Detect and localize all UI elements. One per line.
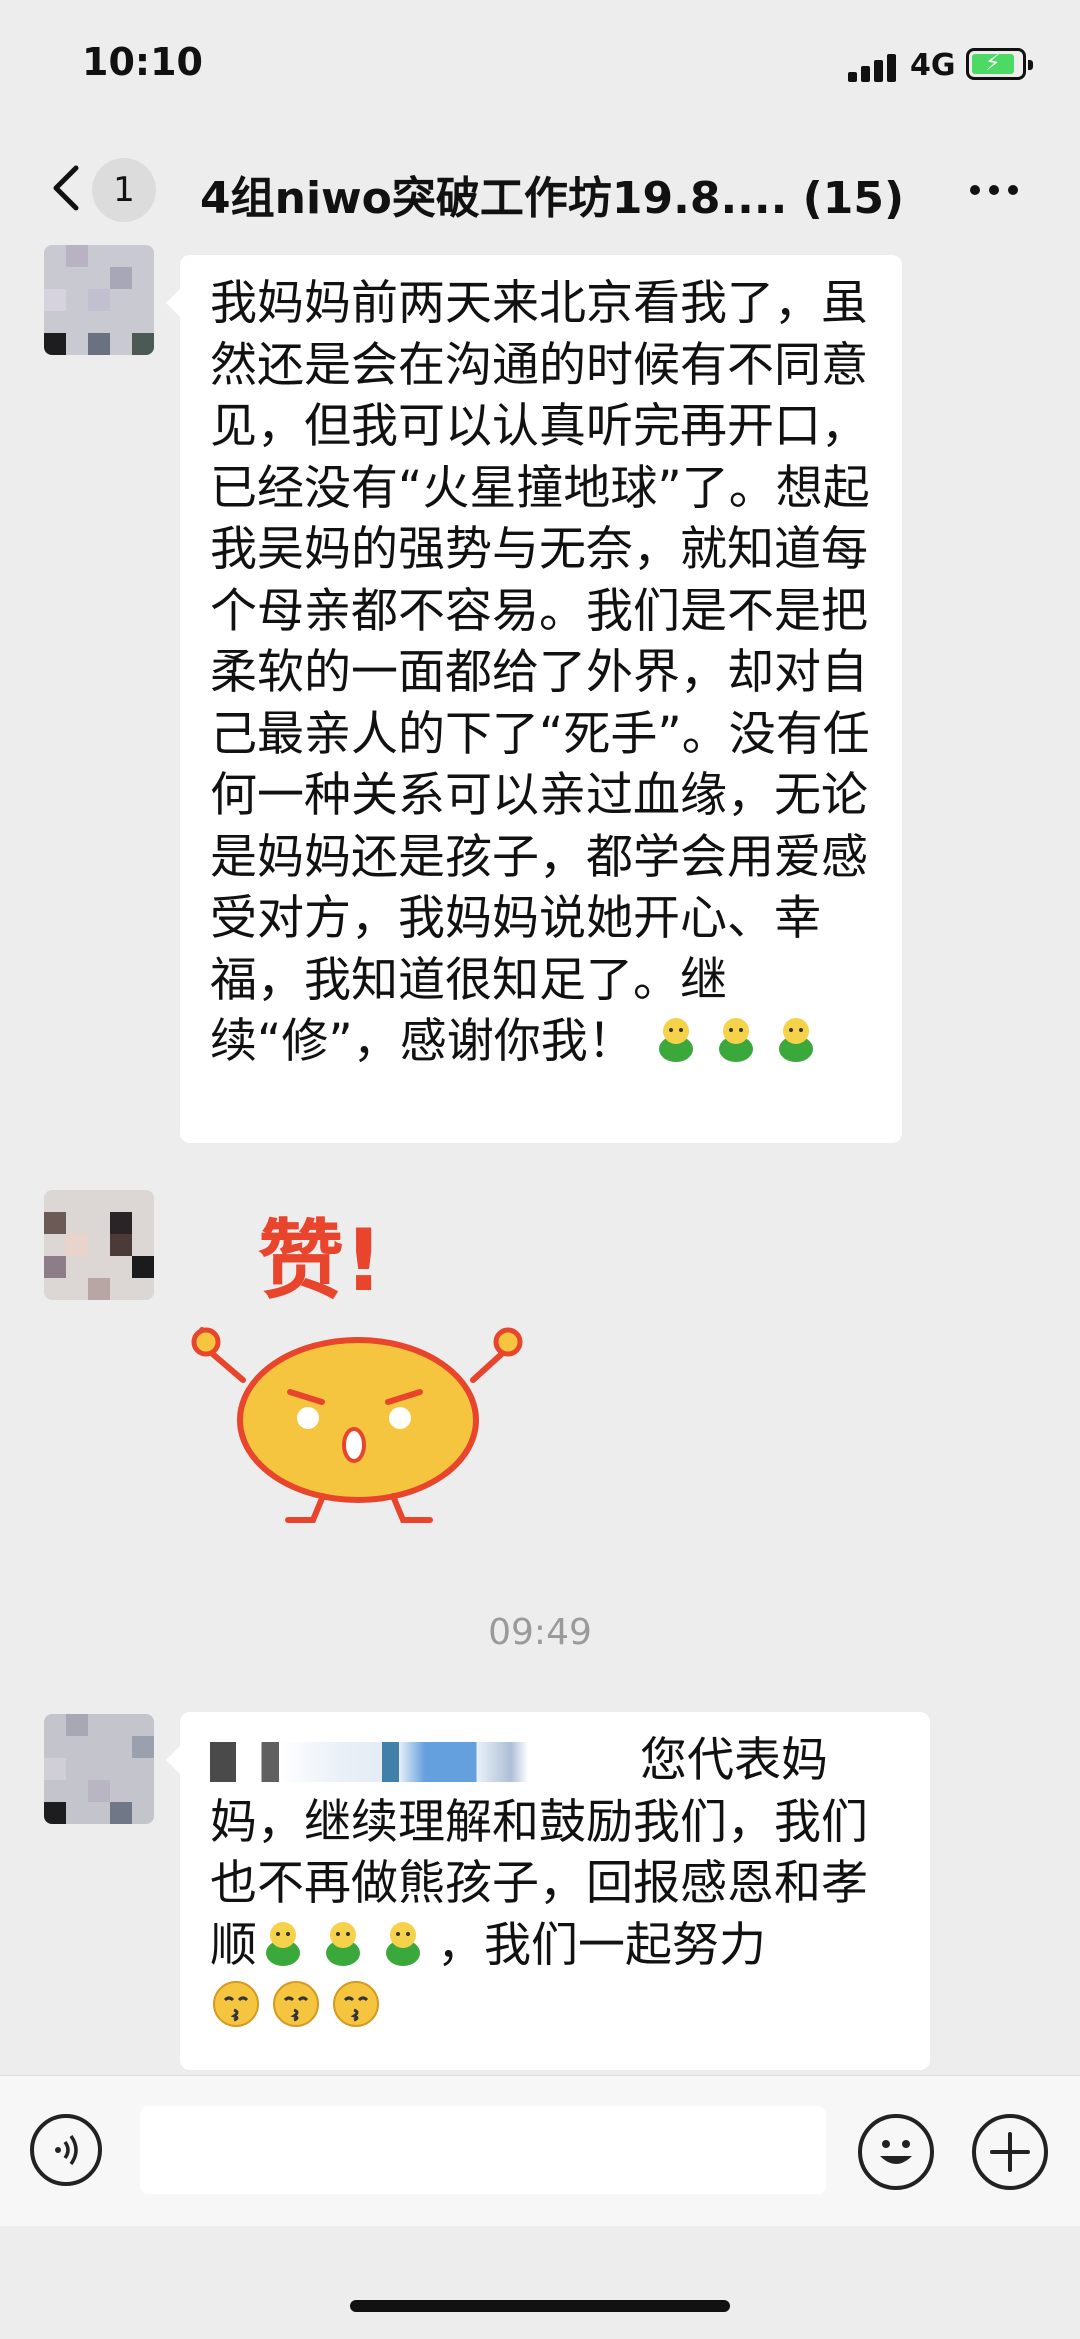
more-options-icon[interactable] bbox=[970, 180, 1027, 199]
avatar[interactable] bbox=[44, 1190, 154, 1300]
timestamp: 09:49 bbox=[488, 1612, 592, 1653]
unread-count-badge[interactable]: 1 bbox=[92, 158, 156, 222]
thumbs-up-man-icon bbox=[266, 1921, 300, 1966]
thumbs-up-man-icon bbox=[778, 1018, 813, 1062]
voice-input-icon[interactable] bbox=[30, 2114, 102, 2186]
status-time: 10:10 bbox=[82, 40, 203, 84]
battery-icon: ⚡ bbox=[966, 48, 1033, 80]
kiss-face-icon bbox=[273, 1981, 319, 2027]
sticker-thumbs-up[interactable]: 赞! bbox=[188, 1200, 528, 1530]
message-input[interactable] bbox=[140, 2106, 826, 2194]
kiss-face-icon bbox=[333, 1981, 379, 2027]
avatar[interactable] bbox=[44, 1714, 154, 1824]
input-toolbar bbox=[0, 2075, 1080, 2226]
mention-redacted bbox=[210, 1742, 640, 1782]
message-bubble[interactable]: 我妈妈前两天来北京看我了，虽然还是会在沟通的时候有不同意见，但我可以认真听完再开… bbox=[166, 255, 902, 1143]
thumbs-up-man-icon bbox=[718, 1018, 753, 1062]
status-bar: 10:10 4G ⚡ bbox=[0, 0, 1080, 140]
kiss-face-icon bbox=[213, 1981, 259, 2027]
chat-title: 4组niwo突破工作坊19.8.... (15) bbox=[200, 173, 905, 224]
avatar[interactable] bbox=[44, 245, 154, 355]
thumbs-up-man-icon bbox=[326, 1921, 360, 1966]
home-indicator[interactable] bbox=[350, 2300, 730, 2312]
emoji-icon[interactable] bbox=[858, 2114, 934, 2190]
thumbs-up-man-icon bbox=[386, 1921, 420, 1966]
message-bubble[interactable]: 您代表妈妈，继续理解和鼓励我们，我们也不再做熊孩子，回报感恩和孝顺 ，我们一起努… bbox=[166, 1712, 930, 2070]
signal-icon bbox=[848, 52, 898, 82]
message-text-continued: ，我们一起努力 bbox=[437, 1917, 766, 1973]
network-type: 4G bbox=[910, 48, 956, 83]
sticker-text: 赞! bbox=[258, 1211, 383, 1311]
back-chevron-icon[interactable] bbox=[40, 158, 100, 218]
chat-header: 1 4组niwo突破工作坊19.8.... (15) bbox=[0, 140, 1080, 240]
message-text: 我妈妈前两天来北京看我了，虽然还是会在沟通的时候有不同意见，但我可以认真听完再开… bbox=[210, 276, 870, 1069]
thumbs-up-man-icon bbox=[658, 1018, 693, 1062]
plus-icon[interactable] bbox=[972, 2114, 1048, 2190]
